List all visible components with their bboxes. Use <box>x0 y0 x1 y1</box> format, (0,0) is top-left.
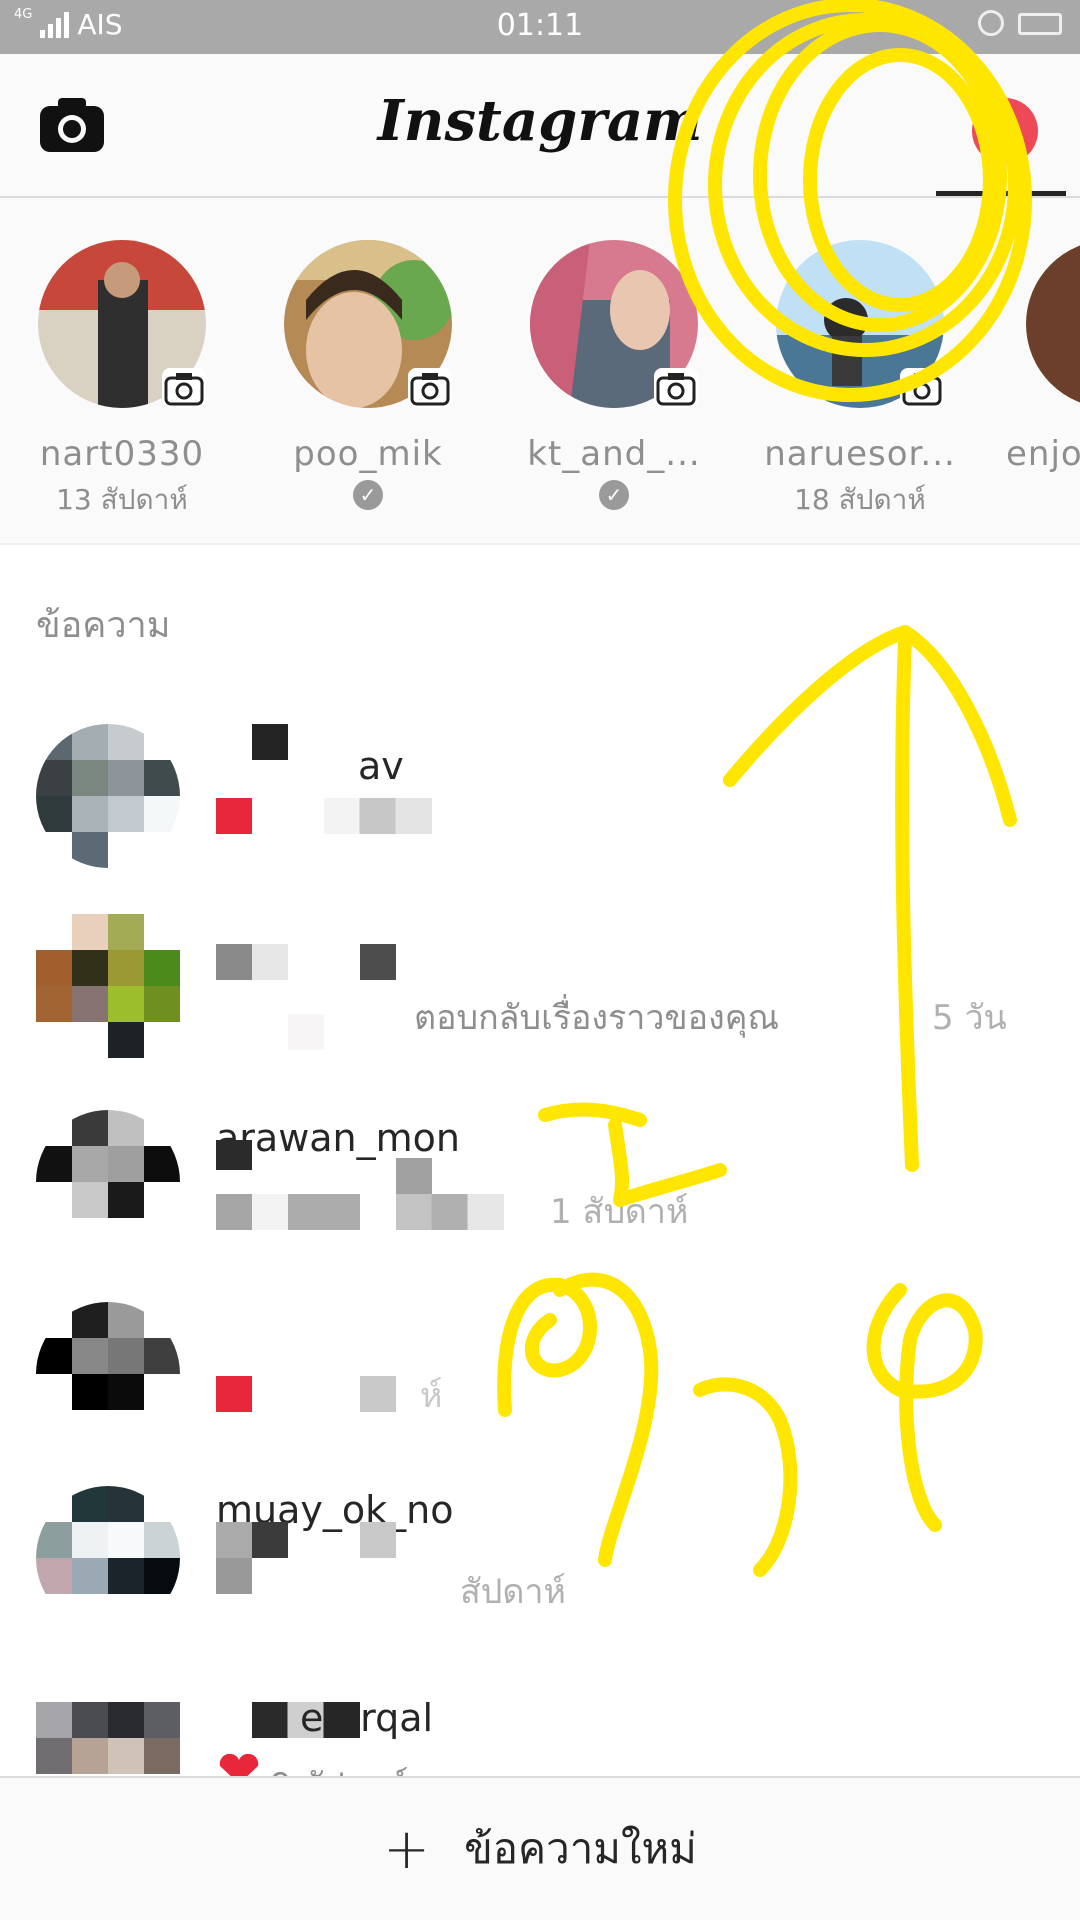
tab-direct-inbox[interactable]: 1 <box>936 54 1066 196</box>
clock: 01:11 <box>496 8 584 43</box>
story-avatar <box>530 240 698 408</box>
story-item[interactable]: poo_mik ✓ <box>268 240 468 510</box>
app-header: Instagram 1 <box>0 54 1080 198</box>
seen-check-icon: ✓ <box>353 480 383 510</box>
thread-row[interactable]: muay_ok_no สัปดาห์ <box>0 1486 1080 1676</box>
story-item[interactable]: kt_and_... ✓ <box>514 240 714 510</box>
thread-title: arawan_mon <box>216 1116 460 1160</box>
story-username: kt_and_... <box>527 434 701 474</box>
story-age: 13 สัปดาห์ <box>56 483 188 516</box>
redacted-block <box>216 1194 360 1230</box>
avatar <box>36 1702 180 1776</box>
redacted-block <box>360 944 396 980</box>
redacted-block <box>360 1522 396 1558</box>
camera-icon <box>408 368 452 408</box>
inbox-badge: 1 <box>972 98 1038 164</box>
story-username: poo_mik <box>293 434 443 474</box>
redacted-block <box>216 1558 252 1594</box>
story-item[interactable]: nart0330 13 สัปดาห์ <box>22 240 222 516</box>
new-message-label: ข้อความใหม่ <box>464 1824 697 1873</box>
thread-row[interactable]: eferqal 9 สัปดาห์ <box>0 1702 1080 1776</box>
redacted-block <box>216 1522 288 1558</box>
plus-icon: + <box>383 1816 431 1882</box>
thread-time: สัปดาห์ <box>460 1572 566 1612</box>
thread-snippet: ตอบกลับเรื่องราวของคุณ <box>414 998 779 1038</box>
redacted-block <box>216 798 252 834</box>
instagram-logo: Instagram <box>377 88 703 154</box>
thread-row[interactable]: ห์ <box>0 1302 1080 1492</box>
redacted-block <box>216 1376 252 1412</box>
story-age: 18 สัปดาห์ <box>794 483 926 516</box>
avatar <box>36 724 180 868</box>
battery-icon <box>1018 13 1062 35</box>
story-avatar <box>38 240 206 408</box>
redacted-block <box>288 1014 324 1050</box>
avatar <box>36 1302 180 1446</box>
story-username: nart0330 <box>39 434 205 474</box>
story-item[interactable]: enjo <box>1006 240 1080 474</box>
thread-time: 1 สัปดาห์ <box>550 1192 689 1232</box>
thread-title: eferqal <box>300 1702 434 1740</box>
redacted-block <box>216 1140 252 1170</box>
redacted-block <box>396 1158 432 1194</box>
thread-row[interactable]: arawan_mon 1 สัปดาห์ <box>0 1110 1080 1300</box>
camera-icon <box>162 368 206 408</box>
thread-title: av <box>358 744 404 788</box>
thread-row[interactable]: ตอบกลับเรื่องราวของคุณ 5 วัน <box>0 914 1080 1104</box>
avatar <box>36 1110 180 1254</box>
alarm-icon <box>978 10 1004 36</box>
story-item[interactable]: naruesor... 18 สัปดาห์ <box>760 240 960 516</box>
heart-icon <box>216 1753 262 1776</box>
redacted-block <box>396 1194 504 1230</box>
redacted-block <box>252 724 288 760</box>
thread-snippet: 9 สัปดาห์ <box>270 1758 408 1776</box>
thread-row[interactable]: av <box>0 724 1080 914</box>
messages-heading: ข้อความ <box>36 605 171 646</box>
redacted-block <box>324 798 432 834</box>
camera-icon <box>654 368 698 408</box>
status-icons <box>978 10 1062 36</box>
thread-time: 5 วัน <box>932 998 1007 1038</box>
story-avatar <box>776 240 944 408</box>
story-username: enjo <box>1006 434 1080 474</box>
avatar <box>1026 240 1080 408</box>
redacted-block <box>360 1376 396 1412</box>
seen-check-icon: ✓ <box>599 480 629 510</box>
thread-time: ห์ <box>420 1376 443 1416</box>
tab-underline <box>936 191 1066 196</box>
status-bar: 4G AIS 01:11 <box>0 0 1080 54</box>
stories-tray[interactable]: nart0330 13 สัปดาห์ poo_mik ✓ kt_and_...… <box>0 198 1080 545</box>
story-username: naruesor... <box>764 434 956 474</box>
avatar <box>36 1486 180 1630</box>
new-message-button[interactable]: + ข้อความใหม่ <box>0 1776 1080 1920</box>
camera-icon <box>900 368 944 408</box>
redacted-block <box>216 944 288 980</box>
avatar <box>36 914 180 1058</box>
story-avatar <box>284 240 452 408</box>
